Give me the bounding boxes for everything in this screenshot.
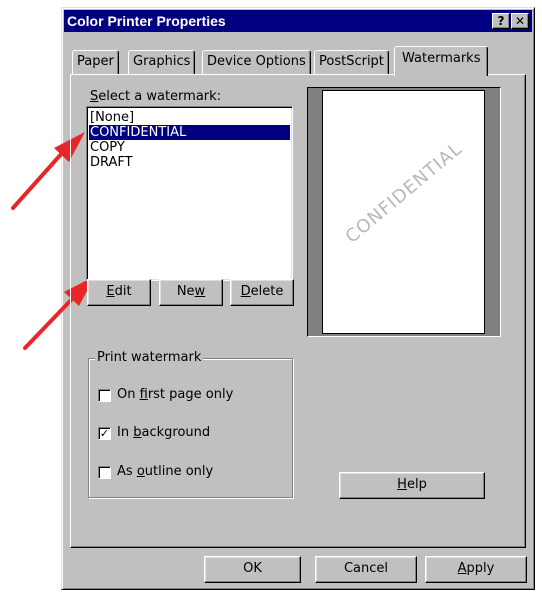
title-bar[interactable]: Color Printer Properties ? ✕ bbox=[64, 10, 532, 32]
tab-paper[interactable]: Paper bbox=[72, 50, 119, 74]
group-title: Print watermark bbox=[95, 350, 204, 365]
preview-watermark-text: CONFIDENTIAL bbox=[341, 137, 466, 248]
first-page-checkbox[interactable] bbox=[98, 389, 111, 402]
watermark-listbox[interactable]: [None] CONFIDENTIAL COPY DRAFT bbox=[86, 106, 293, 281]
list-item[interactable]: DRAFT bbox=[89, 155, 290, 170]
first-page-label: On first page only bbox=[117, 387, 234, 402]
tab-watermarks[interactable]: Watermarks bbox=[394, 46, 489, 76]
list-item-selected[interactable]: CONFIDENTIAL bbox=[89, 125, 290, 140]
watermark-preview: CONFIDENTIAL bbox=[307, 87, 501, 337]
as-outline-checkbox[interactable] bbox=[98, 466, 111, 479]
tab-postscript-label: PostScript bbox=[319, 54, 384, 69]
watermarks-panel: Select a watermark: [None] CONFIDENTIAL … bbox=[70, 74, 526, 548]
tab-watermarks-label: Watermarks bbox=[402, 51, 481, 66]
tab-postscript[interactable]: PostScript bbox=[314, 50, 389, 74]
delete-button[interactable]: Delete bbox=[230, 279, 294, 306]
select-watermark-label: Select a watermark: bbox=[90, 89, 222, 104]
close-button[interactable]: ✕ bbox=[511, 13, 529, 29]
question-icon: ? bbox=[497, 14, 505, 28]
tab-paper-label: Paper bbox=[77, 54, 114, 69]
in-background-checkbox[interactable]: ✓ bbox=[98, 427, 111, 440]
as-outline-label: As outline only bbox=[117, 464, 214, 479]
print-watermark-group: Print watermark On first page only ✓ In … bbox=[88, 350, 293, 498]
preview-page: CONFIDENTIAL bbox=[322, 90, 485, 334]
window-title: Color Printer Properties bbox=[67, 13, 226, 29]
tab-device-options[interactable]: Device Options bbox=[202, 50, 311, 74]
help-button[interactable]: Help bbox=[339, 472, 485, 499]
new-button[interactable]: New bbox=[159, 279, 223, 306]
printer-properties-dialog: Color Printer Properties ? ✕ Paper Graph… bbox=[61, 7, 535, 590]
cancel-button[interactable]: Cancel bbox=[315, 556, 417, 583]
close-icon: ✕ bbox=[514, 14, 526, 28]
tab-graphics[interactable]: Graphics bbox=[128, 50, 196, 74]
in-background-label: In background bbox=[117, 425, 211, 440]
ok-button[interactable]: OK bbox=[204, 556, 301, 583]
edit-button[interactable]: Edit bbox=[87, 279, 151, 306]
tab-graphics-label: Graphics bbox=[133, 54, 191, 69]
tab-device-options-label: Device Options bbox=[207, 54, 306, 69]
help-title-button[interactable]: ? bbox=[492, 13, 510, 29]
list-item[interactable]: [None] bbox=[89, 110, 290, 125]
list-item[interactable]: COPY bbox=[89, 140, 290, 155]
apply-button[interactable]: Apply bbox=[425, 556, 527, 583]
